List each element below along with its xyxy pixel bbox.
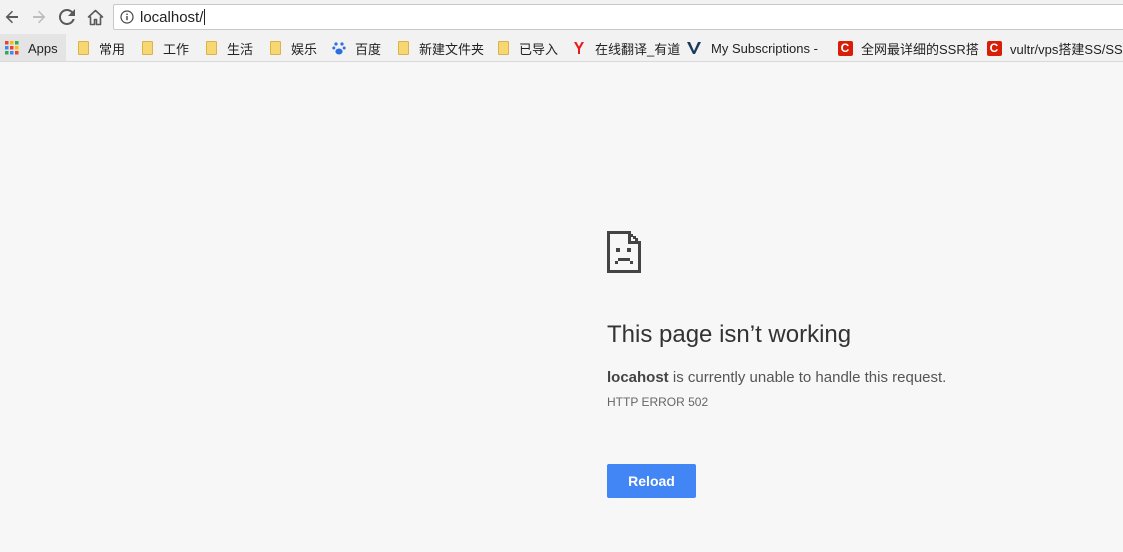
bookmark-youdao[interactable]: 在线翻译_有道 [571, 34, 681, 61]
reload-toolbar-button[interactable] [55, 5, 79, 29]
baidu-paw-icon [331, 40, 347, 56]
bookmark-folder-gongzuo[interactable]: 工作 [139, 34, 190, 61]
folder-icon [395, 40, 411, 56]
error-message: is currently unable to handle this reque… [668, 369, 947, 386]
text-cursor [204, 9, 206, 25]
folder-icon [75, 40, 91, 56]
refresh-icon [59, 9, 75, 25]
youdao-icon [571, 40, 587, 56]
bookmark-my-subscriptions[interactable]: My Subscriptions - [687, 34, 818, 61]
folder-icon [139, 40, 155, 56]
home-icon [87, 9, 103, 25]
bookmark-label: vultr/vps搭建SS/SS [1010, 41, 1123, 57]
bookmark-folder-imported[interactable]: 已导入 [495, 34, 559, 61]
bookmark-vultr-guide[interactable]: C vultr/vps搭建SS/SS [986, 34, 1123, 61]
error-code: HTTP ERROR 502 [607, 395, 709, 409]
bookmark-label: 百度 [355, 41, 382, 57]
bookmark-apps[interactable]: Apps [0, 34, 66, 61]
bookmark-label: 生活 [227, 41, 254, 57]
bookmark-label: 常用 [99, 41, 126, 57]
csdn-icon: C [986, 40, 1002, 56]
bookmark-label: Apps [28, 40, 58, 56]
browser-toolbar: localhost/ [0, 0, 1123, 34]
bookmark-ssr-guide[interactable]: C 全网最详细的SSR搭 [837, 34, 979, 61]
bookmark-folder-shenghuo[interactable]: 生活 [203, 34, 254, 61]
bookmark-folder-yule[interactable]: 娱乐 [267, 34, 318, 61]
bookmark-label: 娱乐 [291, 41, 318, 57]
folder-icon [267, 40, 283, 56]
reload-button[interactable]: Reload [607, 464, 696, 498]
sad-page-icon [607, 231, 641, 273]
error-title: This page isn’t working [607, 321, 852, 348]
folder-icon [495, 40, 511, 56]
back-arrow-icon [5, 10, 18, 24]
error-host: locahost [607, 369, 669, 386]
bookmark-label: 已导入 [519, 41, 559, 57]
error-description: locahost is currently unable to handle t… [607, 369, 946, 386]
bookmark-folder-changyong[interactable]: 常用 [75, 34, 126, 61]
back-button[interactable] [0, 5, 24, 29]
bookmark-label: 新建文件夹 [419, 41, 485, 57]
bookmark-folder-new[interactable]: 新建文件夹 [395, 34, 485, 61]
v-logo-icon [687, 40, 703, 56]
folder-icon [203, 40, 219, 56]
csdn-icon: C [837, 40, 853, 56]
bookmark-label: 工作 [163, 41, 190, 57]
bookmark-baidu[interactable]: 百度 [331, 34, 382, 61]
address-bar[interactable]: localhost/ [113, 4, 1123, 30]
info-icon[interactable] [120, 10, 134, 24]
error-content: This page isn’t working locahost is curr… [607, 231, 1107, 498]
bookmark-label: 在线翻译_有道 [595, 41, 681, 57]
forward-button[interactable] [27, 5, 51, 29]
home-button[interactable] [83, 5, 107, 29]
bookmark-label: My Subscriptions - [711, 40, 818, 56]
forward-arrow-icon [33, 10, 46, 24]
apps-grid-icon [4, 40, 20, 56]
bookmark-label: 全网最详细的SSR搭 [861, 41, 979, 57]
address-bar-url: localhost/ [140, 8, 204, 26]
bookmarks-bar: Apps 常用 工作 生活 娱乐 百度 新建文件夹 已导入 在线翻译_有道 My… [0, 34, 1123, 62]
